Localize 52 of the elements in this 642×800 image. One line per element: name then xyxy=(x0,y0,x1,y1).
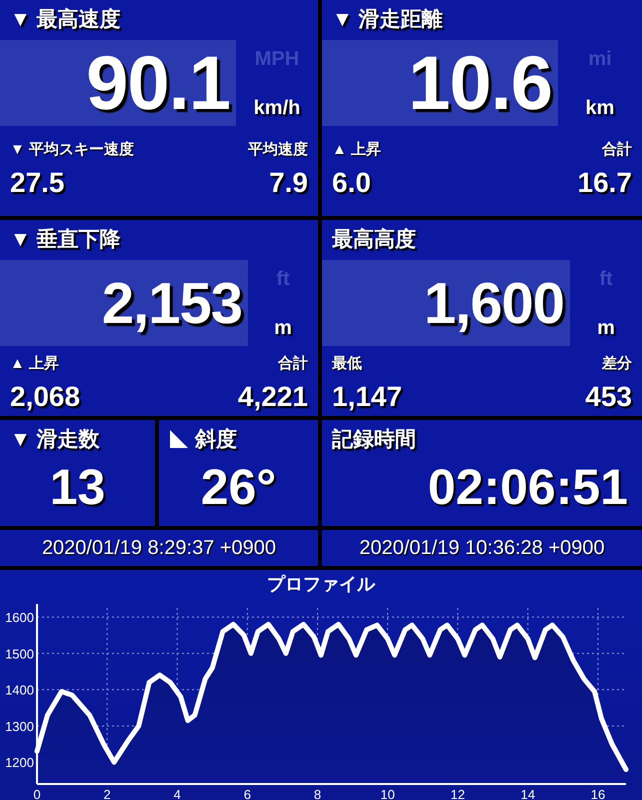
panel-title[interactable]: ▼ 最高速度 xyxy=(0,4,318,34)
x-tick-label: 2 xyxy=(104,787,111,800)
stat-value: 16.7 xyxy=(578,167,632,199)
stat-label: 差分 xyxy=(602,354,632,373)
slope-icon xyxy=(169,429,189,449)
x-tick-label: 10 xyxy=(380,787,395,800)
unit-label[interactable]: m xyxy=(274,317,292,340)
panel-title[interactable]: 最高高度 xyxy=(322,224,642,254)
stat-label: 平均速度 xyxy=(248,140,308,159)
x-tick-label: 4 xyxy=(174,787,181,800)
stat-label[interactable]: ▼ 平均スキー速度 xyxy=(10,140,134,159)
panel-title[interactable]: ▼ 滑走距離 xyxy=(322,4,642,34)
x-tick-label: 16 xyxy=(590,787,606,800)
slope-value: 26° xyxy=(200,458,278,517)
stat-label: 合計 xyxy=(278,354,308,373)
stat-value: 1,147 xyxy=(332,381,402,413)
timestamp: 2020/01/19 10:36:28 +0900 xyxy=(322,530,642,566)
stat-label[interactable]: 最低 xyxy=(332,354,362,373)
stat-label: 合計 xyxy=(602,140,632,159)
x-tick-label: 14 xyxy=(520,787,536,800)
y-tick-label: 1300 xyxy=(5,718,34,734)
metric-value: 1,600 xyxy=(322,260,570,346)
unit-label[interactable]: km xyxy=(586,97,614,120)
stat-value: 27.5 xyxy=(10,167,64,199)
y-tick-label: 1500 xyxy=(5,646,34,662)
metric-value: 90.1 xyxy=(0,40,236,126)
y-tick-label: 1400 xyxy=(5,682,34,698)
panel-title[interactable]: ▼ 滑走数 xyxy=(0,424,155,454)
stat-value: 453 xyxy=(585,381,632,413)
unit-label[interactable]: km/h xyxy=(254,97,300,120)
stat-value: 6.0 xyxy=(332,167,371,199)
x-tick-label: 12 xyxy=(450,787,465,800)
chart-title: プロファイル xyxy=(267,573,375,596)
panel-title: 斜度 xyxy=(195,426,237,453)
metric-value: 2,153 xyxy=(0,260,248,346)
x-tick-label: 6 xyxy=(244,787,251,800)
timestamp: 2020/01/19 8:29:37 +0900 xyxy=(0,530,318,566)
stat-label[interactable]: ▲ 上昇 xyxy=(332,140,382,159)
stat-value: 2,068 xyxy=(10,381,80,413)
runs-value: 13 xyxy=(48,458,106,517)
metric-value: 10.6 xyxy=(322,40,558,126)
duration-value: 02:06:51 xyxy=(426,458,629,517)
stat-label[interactable]: ▲ 上昇 xyxy=(10,354,60,373)
panel-title: 記録時間 xyxy=(330,427,417,453)
x-tick-label: 8 xyxy=(314,787,322,800)
unit-label[interactable]: m xyxy=(597,317,615,340)
panel-title[interactable]: ▼ 垂直下降 xyxy=(0,224,318,254)
stat-value: 7.9 xyxy=(269,167,308,199)
y-tick-label: 1600 xyxy=(5,610,34,626)
x-tick-label: 0 xyxy=(33,787,41,800)
y-tick-label: 1200 xyxy=(5,755,34,770)
stat-value: 4,221 xyxy=(238,381,308,413)
